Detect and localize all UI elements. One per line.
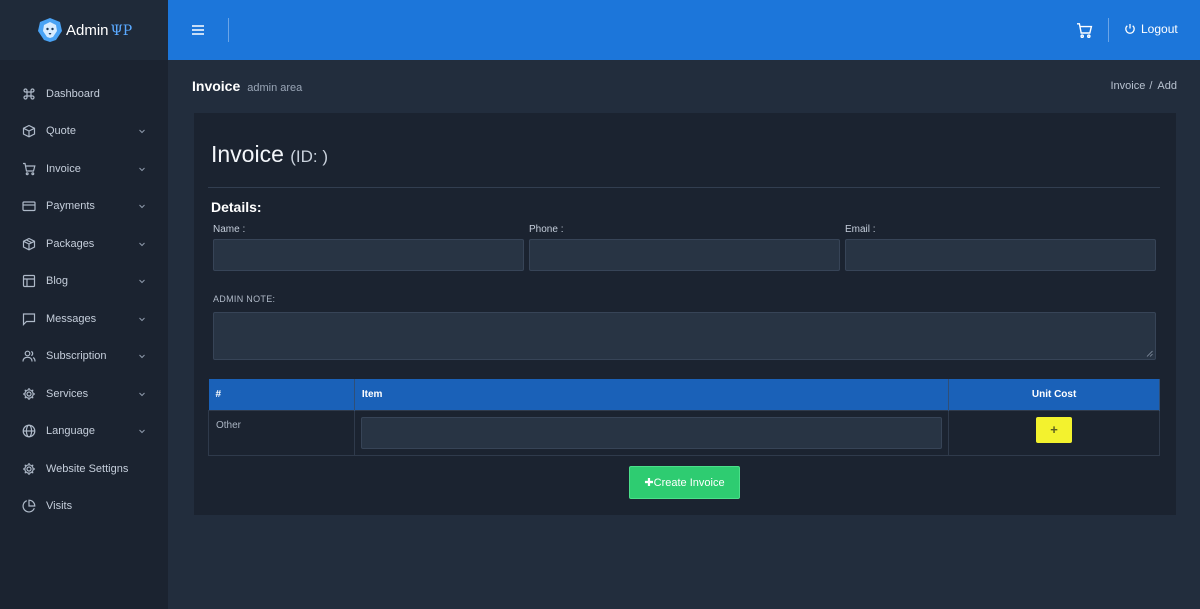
sidebar-item-dashboard[interactable]: Dashboard [0, 75, 168, 113]
sidebar-item-subscription[interactable]: Subscription [0, 338, 168, 376]
sidebar-item-language[interactable]: Language [0, 413, 168, 451]
breadcrumb: Invoice / Add [1111, 80, 1178, 92]
breadcrumb-link-invoice[interactable]: Invoice [1111, 80, 1146, 92]
email-input[interactable] [845, 239, 1156, 271]
settings-icon [23, 462, 35, 475]
sidebar-item-blog[interactable]: Blog [0, 263, 168, 301]
topbar-divider [1108, 18, 1109, 42]
row-item-cell [353, 409, 950, 456]
sidebar-item-label: Blog [46, 275, 69, 288]
gear-icon [23, 387, 35, 400]
email-label: Email : [845, 224, 876, 235]
users-icon [22, 350, 36, 362]
create-invoice-button[interactable]: ✚Create Invoice [629, 466, 740, 499]
logout-button[interactable]: Logout [1124, 22, 1178, 36]
topbar: Logout [168, 0, 1200, 60]
cart-icon [23, 162, 36, 176]
chevron-down-icon [139, 129, 145, 134]
sidebar-item-invoice[interactable]: Invoice [0, 150, 168, 188]
sidebar-item-label: Website Settigns [46, 462, 129, 475]
name-input[interactable] [213, 239, 524, 271]
item-input[interactable] [360, 416, 943, 449]
chevron-down-icon [139, 167, 145, 171]
page-title: Invoice [192, 78, 241, 94]
row-unit-cost-cell: + [948, 409, 1160, 456]
sidebar-item-label: Invoice [46, 162, 81, 175]
cart-icon[interactable] [1076, 22, 1093, 39]
brand-name: Admin ΨΡ [66, 21, 133, 39]
details-heading: Details: [211, 199, 262, 215]
sidebar-item-label: Quote [46, 125, 76, 138]
sidebar-item-services[interactable]: Services [0, 375, 168, 413]
sidebar-item-label: Messages [46, 312, 97, 325]
invoice-id: (ID: ) [290, 147, 329, 166]
globe-icon [22, 424, 36, 438]
chevron-down-icon [139, 242, 145, 246]
sidebar-item-packages[interactable]: Packages [0, 225, 168, 263]
package-icon [22, 237, 36, 251]
logout-label: Logout [1141, 22, 1178, 36]
pie-chart-icon [22, 499, 36, 513]
lion-logo-icon [38, 18, 62, 42]
chevron-down-icon [139, 429, 145, 434]
phone-input[interactable] [529, 239, 840, 271]
sidebar-item-messages[interactable]: Messages [0, 300, 168, 338]
phone-label: Phone : [529, 224, 564, 235]
admin-note-textarea[interactable] [213, 312, 1156, 360]
divider [208, 187, 1160, 188]
credit-card-icon [22, 201, 36, 212]
name-label: Name : [213, 224, 246, 235]
chevron-down-icon [139, 354, 145, 359]
sidebar-item-label: Payments [46, 200, 95, 213]
sidebar-item-label: Subscription [46, 350, 107, 363]
power-icon [1125, 24, 1135, 34]
brand[interactable]: Admin ΨΡ [0, 0, 168, 60]
column-header-unit-cost: Unit Cost [948, 379, 1160, 410]
column-header-num: # [208, 379, 355, 410]
column-header-item: Item [354, 379, 950, 410]
topbar-divider [228, 18, 229, 42]
invoice-title: Invoice (ID: ) [211, 141, 329, 167]
box-icon [22, 125, 36, 138]
layout-icon [22, 275, 36, 288]
sidebar-item-label: Visits [46, 500, 73, 513]
table-row: Other + [208, 409, 1160, 456]
admin-note-label: ADMIN NOTE: [213, 294, 276, 304]
invoice-card: Invoice (ID: ) Details: Name : Phone : E… [194, 113, 1176, 515]
hamburger-menu-icon[interactable] [190, 22, 206, 38]
invoice-items-table: # Item Unit Cost Other + [208, 379, 1160, 456]
breadcrumb-current: Add [1157, 80, 1177, 92]
chevron-down-icon [139, 204, 145, 209]
sidebar-item-quote[interactable]: Quote [0, 113, 168, 151]
row-num-cell: Other [208, 409, 355, 456]
sidebar: Admin ΨΡ Dashboard Quote Invoice Payments… [0, 0, 168, 609]
page-subtitle: admin area [247, 82, 303, 94]
command-icon [23, 88, 35, 100]
chevron-down-icon [139, 392, 145, 396]
sidebar-item-label: Dashboard [46, 87, 100, 100]
sidebar-item-label: Services [46, 387, 89, 400]
sidebar-item-visits[interactable]: Visits [0, 488, 168, 526]
sidebar-nav: Dashboard Quote Invoice Payments Package… [0, 75, 168, 525]
message-icon [22, 313, 36, 326]
sidebar-item-label: Packages [46, 237, 95, 250]
sidebar-item-payments[interactable]: Payments [0, 188, 168, 226]
sidebar-item-label: Language [46, 425, 95, 438]
add-item-button[interactable]: + [1036, 416, 1073, 443]
breadcrumb-separator: / [1149, 80, 1153, 92]
sidebar-item-website-settings[interactable]: Website Settigns [0, 450, 168, 488]
chevron-down-icon [139, 317, 145, 321]
resize-handle-icon[interactable] [1146, 350, 1153, 357]
page-header: Invoice admin area [192, 78, 302, 94]
chevron-down-icon [139, 279, 145, 284]
